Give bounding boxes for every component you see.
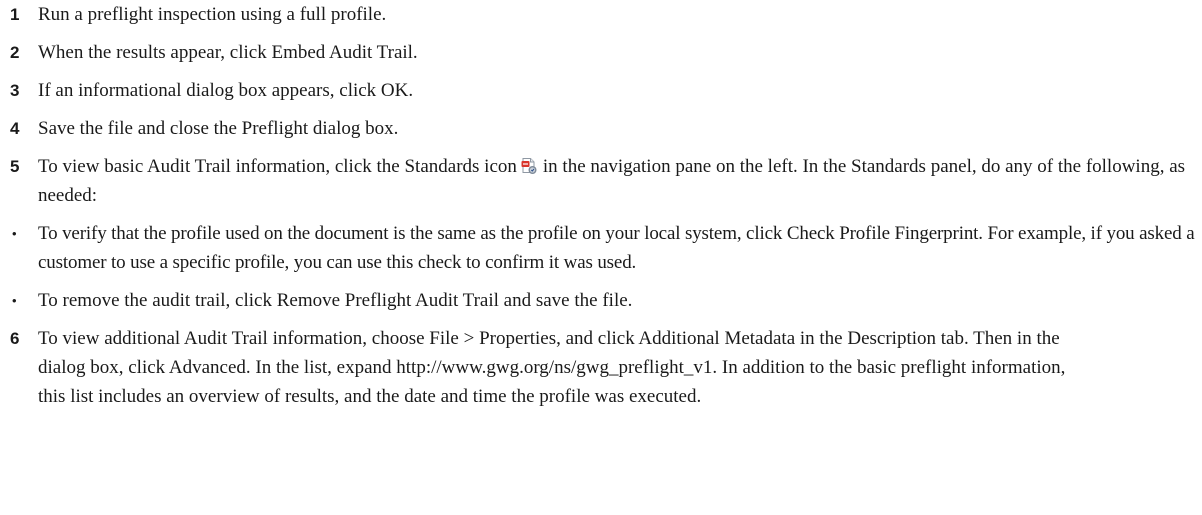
step-3: 3 If an informational dialog box appears… (10, 76, 1195, 105)
step-number: 6 (10, 329, 20, 348)
bullet-remove-audit-trail: • To remove the audit trail, click Remov… (10, 286, 1195, 315)
step-1: 1 Run a preflight inspection using a ful… (10, 0, 1195, 29)
step-text: To view additional Audit Trail informati… (38, 328, 1066, 407)
step-text: To view basic Audit Trail information, c… (38, 152, 1195, 210)
step-text-before-icon: To view basic Audit Trail information, c… (38, 156, 517, 177)
step-5: 5 To view basic Audit Trail information,… (10, 152, 1195, 210)
step-text: Run a preflight inspection using a full … (38, 4, 387, 25)
bullet-text: To remove the audit trail, click Remove … (38, 290, 633, 311)
step-text: If an informational dialog box appears, … (38, 80, 414, 101)
bullet-marker: • (12, 226, 17, 241)
step-number: 2 (10, 43, 20, 62)
instruction-list: 1 Run a preflight inspection using a ful… (10, 0, 1195, 411)
step-number: 4 (10, 119, 20, 138)
bullet-check-profile-fingerprint: • To verify that the profile used on the… (10, 219, 1195, 277)
step-number: 5 (10, 157, 20, 176)
bullet-text: To verify that the profile used on the d… (38, 223, 1195, 273)
step-6: 6 To view additional Audit Trail informa… (10, 324, 1195, 411)
step-number: 3 (10, 81, 20, 100)
standards-icon (520, 157, 538, 175)
step-2: 2 When the results appear, click Embed A… (10, 38, 1195, 67)
bullet-marker: • (12, 293, 17, 308)
step-text: Save the file and close the Preflight di… (38, 118, 399, 139)
step-text: When the results appear, click Embed Aud… (38, 42, 418, 63)
step-4: 4 Save the file and close the Preflight … (10, 114, 1195, 143)
step-number: 1 (10, 5, 20, 24)
